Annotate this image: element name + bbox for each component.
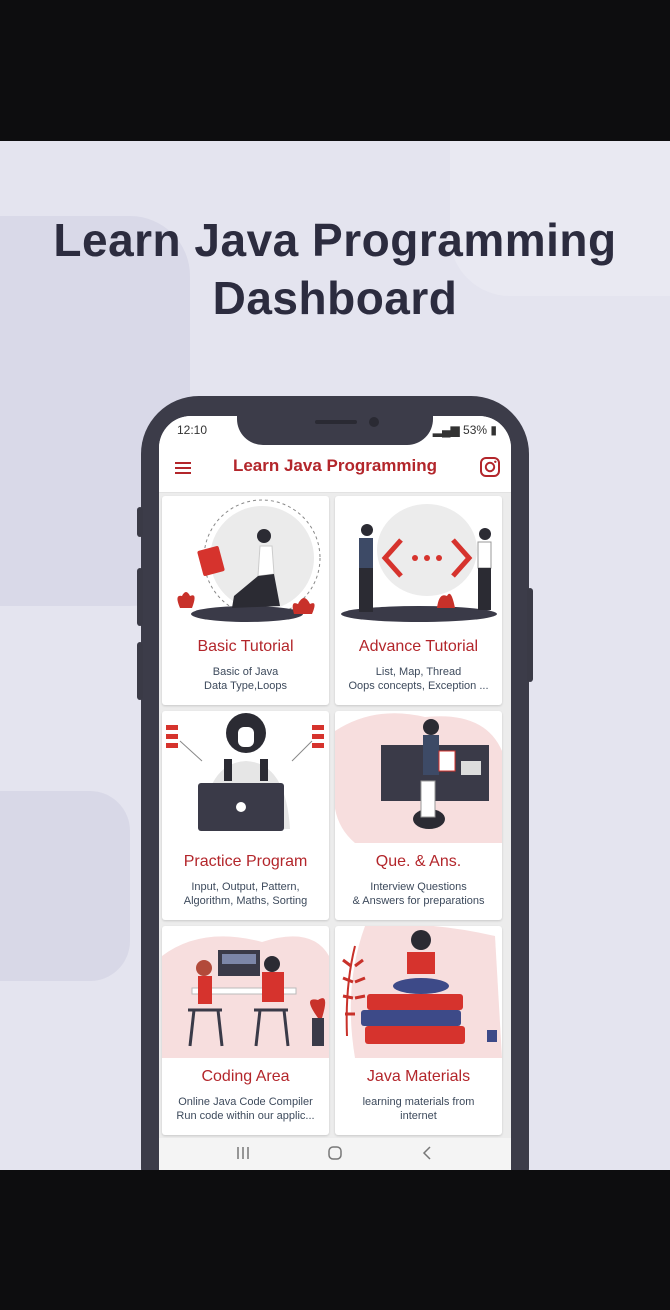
home-icon[interactable]: [325, 1144, 345, 1162]
card-description: Input, Output, Pattern, Algorithm, Maths…: [183, 881, 308, 907]
phone-power-button: [527, 588, 533, 682]
card-java-materials[interactable]: Java Materials learning materials from i…: [335, 926, 502, 1135]
phone-notch: [237, 416, 433, 445]
code-exchange-illustration: [341, 504, 497, 622]
card-description: learning materials from internet: [362, 1096, 475, 1122]
reading-woman-illustration: [177, 499, 321, 622]
card-description: Online Java Code Compiler Run code withi…: [176, 1096, 315, 1122]
books-reader-illustration: [342, 926, 502, 1058]
headline-line-1: Learn Java Programming: [53, 214, 617, 266]
app-bar: Learn Java Programming: [159, 446, 511, 493]
system-nav-bar: [159, 1138, 511, 1170]
battery-icon: ▮: [490, 423, 497, 437]
bottom-black-band: [0, 1170, 670, 1310]
card-title: Que. & Ans.: [375, 853, 462, 870]
card-title: Practice Program: [183, 853, 308, 870]
promo-headline: Learn Java Programming Dashboard: [0, 211, 670, 327]
status-battery: ▂▄▆ 53% ▮: [432, 423, 497, 437]
card-advance-tutorial[interactable]: Advance Tutorial List, Map, Thread Oops …: [335, 496, 502, 705]
status-bar: 12:10 ▂▄▆ 53% ▮: [159, 416, 511, 446]
card-basic-tutorial[interactable]: Basic Tutorial Basic of Java Data Type,L…: [162, 496, 329, 705]
card-coding-area[interactable]: Coding Area Online Java Code Compiler Ru…: [162, 926, 329, 1135]
signal-icon: ▂▄▆: [432, 423, 464, 437]
headline-line-2: Dashboard: [212, 272, 458, 324]
phone-side-button: [137, 568, 143, 626]
card-que-ans[interactable]: Que. & Ans. Interview Questions & Answer…: [335, 711, 502, 920]
instagram-icon[interactable]: [479, 456, 501, 478]
card-description: List, Map, Thread Oops concepts, Excepti…: [348, 666, 489, 692]
status-time: 12:10: [177, 423, 208, 437]
phone-screen: 12:10 ▂▄▆ 53% ▮ Learn Java Programming B…: [159, 416, 511, 1170]
card-practice-program[interactable]: Practice Program Input, Output, Pattern,…: [162, 711, 329, 920]
decor-shape: [0, 791, 130, 981]
card-title: Basic Tutorial: [197, 638, 294, 655]
laptop-woman-illustration: [166, 713, 324, 831]
pair-coding-illustration: [162, 936, 329, 1058]
card-title: Coding Area: [201, 1068, 290, 1085]
earpiece-speaker: [315, 420, 357, 424]
card-title: Advance Tutorial: [358, 638, 479, 655]
card-description: Basic of Java Data Type,Loops: [204, 666, 287, 692]
phone-side-button: [137, 507, 143, 537]
recent-apps-icon[interactable]: [233, 1144, 253, 1162]
back-icon[interactable]: [417, 1144, 437, 1162]
app-title: Learn Java Programming: [232, 456, 438, 475]
phone-side-button: [137, 642, 143, 700]
top-black-band: [0, 0, 670, 141]
card-title: Java Materials: [366, 1068, 471, 1085]
whiteboard-illustration: [335, 713, 502, 843]
card-description: Interview Questions & Answers for prepar…: [352, 881, 485, 907]
front-camera: [369, 417, 379, 427]
